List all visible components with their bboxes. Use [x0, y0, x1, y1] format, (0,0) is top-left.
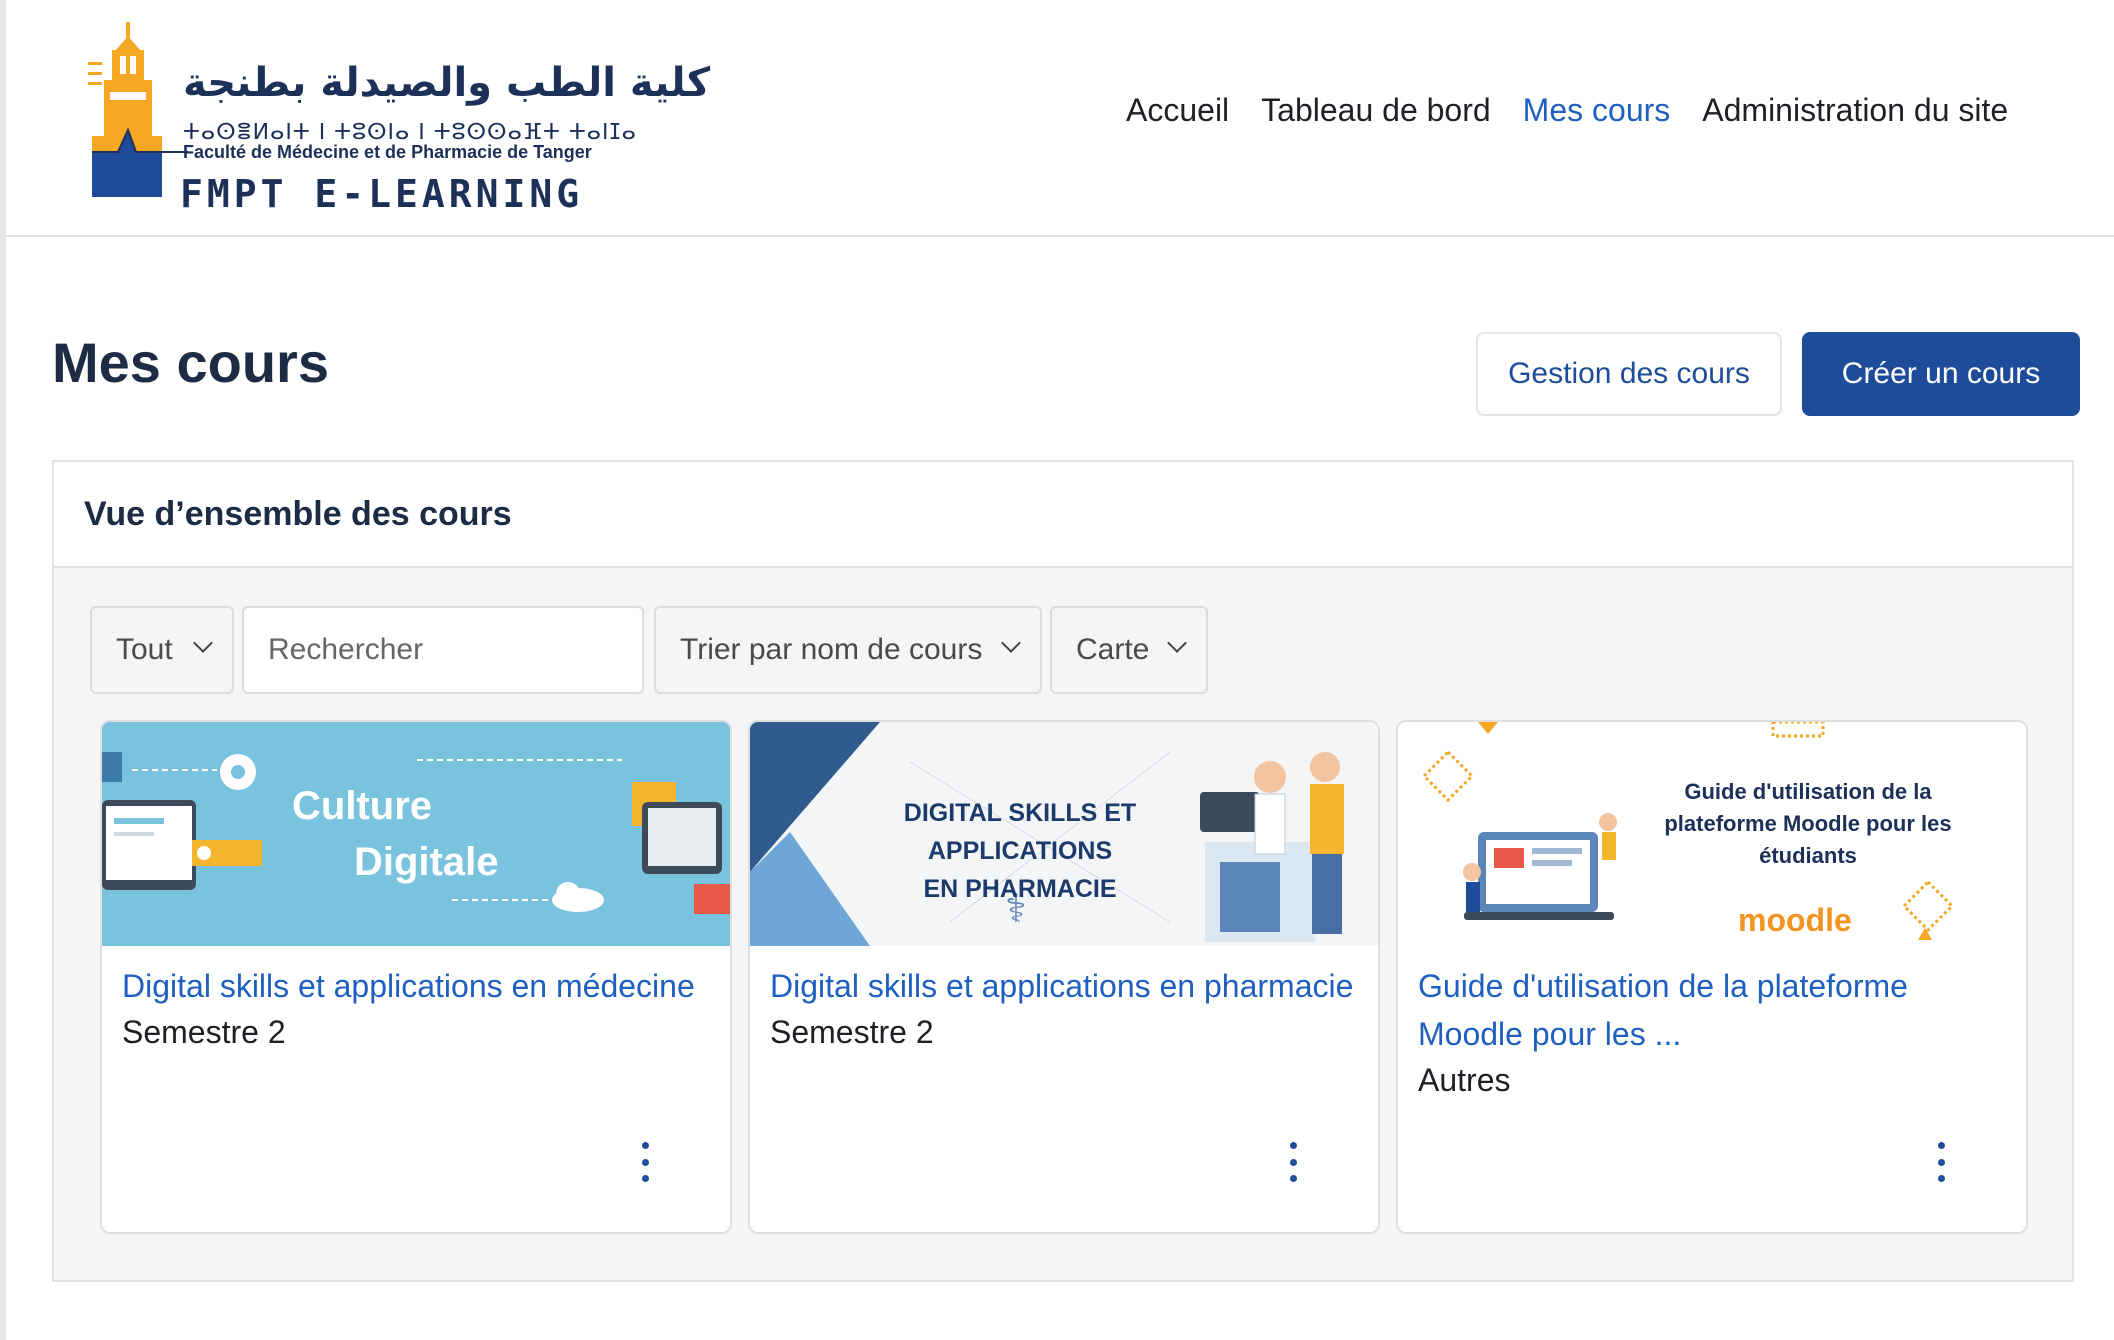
sort-dropdown[interactable]: Trier par nom de cours [654, 606, 1042, 694]
tower-logo-icon [88, 22, 188, 197]
course-category: Autres [1418, 1062, 1511, 1098]
course-title-link[interactable]: Digital skills et applications en pharma… [770, 962, 1360, 1010]
course-title-link[interactable]: Digital skills et applications en médeci… [122, 962, 712, 1010]
kebab-menu-icon[interactable] [1926, 1142, 1956, 1182]
nav-item-mes-cours[interactable]: Mes cours [1523, 92, 1671, 129]
course-image[interactable]: ⚕ DIGITAL SKILLS ET APPLICATIONS EN PHAR… [750, 722, 1378, 946]
moodle-logo-text: moodle [1738, 902, 1852, 938]
course-category: Semestre 2 [770, 1014, 934, 1050]
manage-courses-button[interactable]: Gestion des cours [1476, 332, 1782, 416]
search-input[interactable]: Rechercher [242, 606, 644, 694]
course-image-text: Culture [292, 784, 432, 828]
logo-brand-text: FMPT E-LEARNING [180, 172, 584, 216]
view-dropdown-label: Carte [1076, 633, 1150, 666]
course-image-text: DIGITAL SKILLS ET APPLICATIONS EN PHARMA… [850, 794, 1190, 908]
logo-arabic-text: كلية الطب والصيدلة بطنجة [183, 60, 711, 106]
block-header: Vue d’ensemble des cours [54, 462, 2072, 568]
nav-item-administration[interactable]: Administration du site [1702, 92, 2008, 129]
kebab-menu-icon[interactable] [1278, 1142, 1308, 1182]
course-image-text: Guide d'utilisation de la plateforme Moo… [1664, 779, 1952, 868]
chevron-down-icon [193, 633, 213, 653]
course-card[interactable]: ⚕ DIGITAL SKILLS ET APPLICATIONS EN PHAR… [748, 720, 1380, 1234]
culture-digitale-illustration [102, 752, 730, 914]
course-image-text-line: EN PHARMACIE [923, 875, 1117, 903]
create-course-button[interactable]: Créer un cours [1802, 332, 2080, 416]
course-image-text-line: DIGITAL SKILLS ET APPLICATIONS [903, 799, 1137, 865]
chevron-down-icon [1001, 633, 1021, 653]
course-image[interactable]: Guide d'utilisation de la plateforme Moo… [1398, 722, 2026, 946]
logo-faculty-text: Faculté de Médecine et de Pharmacie de T… [183, 142, 592, 162]
course-card[interactable]: Culture Digitale Digital skills et appli… [100, 720, 732, 1234]
search-input-placeholder: Rechercher [268, 633, 424, 666]
course-overview-block: Vue d’ensemble des cours Tout Rechercher… [52, 460, 2074, 1282]
course-image-text: Digitale [354, 840, 499, 884]
nav-item-accueil[interactable]: Accueil [1126, 92, 1229, 129]
page-title: Mes cours [52, 331, 329, 394]
view-dropdown[interactable]: Carte [1050, 606, 1208, 694]
course-title-link[interactable]: Guide d'utilisation de la plateforme Moo… [1418, 962, 2008, 1058]
grouping-dropdown-label: Tout [116, 633, 173, 666]
grouping-dropdown[interactable]: Tout [90, 606, 234, 694]
chevron-down-icon [1167, 633, 1187, 653]
primary-nav: Accueil Tableau de bord Mes cours Admini… [1126, 92, 2040, 129]
block-title: Vue d’ensemble des cours [84, 494, 512, 533]
block-body: Tout Rechercher Trier par nom de cours C… [54, 568, 2072, 1280]
course-card[interactable]: Guide d'utilisation de la plateforme Moo… [1396, 720, 2028, 1234]
sort-dropdown-label: Trier par nom de cours [680, 633, 983, 666]
kebab-menu-icon[interactable] [630, 1142, 660, 1182]
top-navbar: كلية الطب والصيدلة بطنجة ⵜⴰⵙⴻⵍⴰⵏⵜ ⵏ ⵜⵓⵙⵏ… [6, 0, 2114, 237]
site-logo[interactable]: كلية الطب والصيدلة بطنجة ⵜⴰⵙⴻⵍⴰⵏⵜ ⵏ ⵜⵓⵙⵏ… [88, 22, 710, 216]
nav-item-tableau-de-bord[interactable]: Tableau de bord [1261, 92, 1491, 129]
course-category: Semestre 2 [122, 1014, 286, 1050]
course-image[interactable]: Culture Digitale [102, 722, 730, 946]
